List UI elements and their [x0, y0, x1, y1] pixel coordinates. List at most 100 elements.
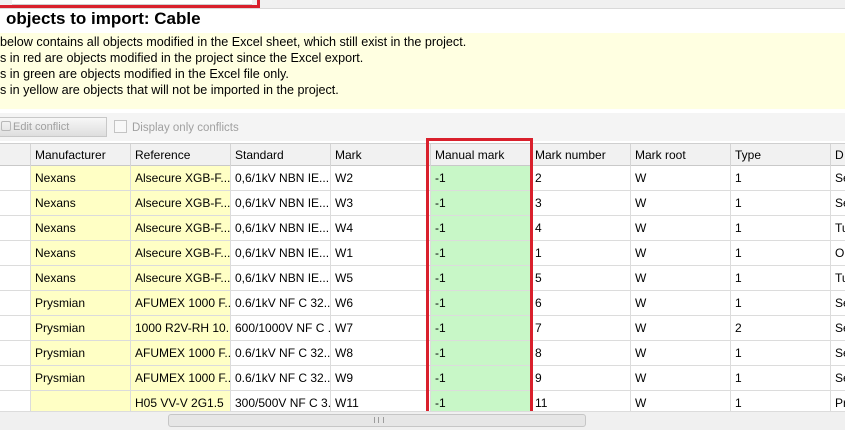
- cell-standard[interactable]: 0,6/1kV NBN IE...: [231, 166, 331, 191]
- cell-reference[interactable]: AFUMEX 1000 F...: [131, 366, 231, 391]
- column-header-mark-root[interactable]: Mark root: [631, 144, 731, 166]
- cell-mark-root[interactable]: W: [631, 241, 731, 266]
- cell-type[interactable]: 1: [731, 216, 831, 241]
- cell-reference[interactable]: H05 VV-V 2G1.5: [131, 391, 231, 411]
- table-row[interactable]: Prysmian 1000 R2V-RH 10... 600/1000V NF C …: [0, 316, 845, 341]
- column-header-reference[interactable]: Reference: [131, 144, 231, 166]
- cell-mark-number[interactable]: 8: [531, 341, 631, 366]
- cell-d[interactable]: Se: [831, 366, 845, 391]
- cell-mark-number[interactable]: 5: [531, 266, 631, 291]
- cell-manufacturer[interactable]: Nexans: [31, 216, 131, 241]
- cell-reference[interactable]: Alsecure XGB-F...: [131, 166, 231, 191]
- row-header-cell[interactable]: [0, 341, 31, 366]
- cell-mark-number[interactable]: 3: [531, 191, 631, 216]
- cell-manufacturer[interactable]: Nexans: [31, 166, 131, 191]
- cell-mark-number[interactable]: 4: [531, 216, 631, 241]
- cell-d[interactable]: Se: [831, 166, 845, 191]
- cell-mark-number[interactable]: 9: [531, 366, 631, 391]
- table-row[interactable]: Nexans Alsecure XGB-F... 0,6/1kV NBN IE...…: [0, 241, 845, 266]
- cell-manual-mark[interactable]: -1: [431, 391, 531, 411]
- cell-type[interactable]: 2: [731, 316, 831, 341]
- cell-manual-mark[interactable]: -1: [431, 191, 531, 216]
- row-header-cell[interactable]: [0, 316, 31, 341]
- cell-manufacturer[interactable]: Prysmian: [31, 316, 131, 341]
- cell-manufacturer[interactable]: Nexans: [31, 266, 131, 291]
- cell-type[interactable]: 1: [731, 266, 831, 291]
- cell-mark[interactable]: W7: [331, 316, 431, 341]
- cell-manufacturer[interactable]: Prysmian: [31, 366, 131, 391]
- cell-mark-number[interactable]: 6: [531, 291, 631, 316]
- column-header-d[interactable]: D: [831, 144, 845, 166]
- cell-manufacturer[interactable]: [31, 391, 131, 411]
- cell-mark-root[interactable]: W: [631, 391, 731, 411]
- cell-reference[interactable]: Alsecure XGB-F...: [131, 241, 231, 266]
- cell-standard[interactable]: 600/1000V NF C ...: [231, 316, 331, 341]
- row-header-cell[interactable]: [0, 191, 31, 216]
- cell-manual-mark[interactable]: -1: [431, 341, 531, 366]
- cell-mark[interactable]: W1: [331, 241, 431, 266]
- table-row[interactable]: Prysmian AFUMEX 1000 F... 0.6/1kV NF C 32.…: [0, 341, 845, 366]
- cell-d[interactable]: Tu: [831, 266, 845, 291]
- cell-type[interactable]: 1: [731, 291, 831, 316]
- table-row[interactable]: Nexans Alsecure XGB-F... 0,6/1kV NBN IE...…: [0, 266, 845, 291]
- cell-standard[interactable]: 0,6/1kV NBN IE...: [231, 241, 331, 266]
- cell-manual-mark[interactable]: -1: [431, 166, 531, 191]
- cell-reference[interactable]: Alsecure XGB-F...: [131, 191, 231, 216]
- cell-d[interactable]: Pr: [831, 391, 845, 411]
- row-header-cell[interactable]: [0, 366, 31, 391]
- column-header-mark[interactable]: Mark: [331, 144, 431, 166]
- cell-mark-number[interactable]: 2: [531, 166, 631, 191]
- horizontal-scrollbar[interactable]: [0, 411, 845, 430]
- cell-manufacturer[interactable]: Prysmian: [31, 291, 131, 316]
- table-row[interactable]: Nexans Alsecure XGB-F... 0,6/1kV NBN IE...…: [0, 166, 845, 191]
- cell-manual-mark[interactable]: -1: [431, 266, 531, 291]
- cell-manual-mark[interactable]: -1: [431, 316, 531, 341]
- row-header-cell[interactable]: [0, 391, 31, 411]
- cell-d[interactable]: Se: [831, 341, 845, 366]
- row-header-cell[interactable]: [0, 241, 31, 266]
- column-header-manual-mark[interactable]: Manual mark: [431, 144, 531, 166]
- cell-type[interactable]: 1: [731, 166, 831, 191]
- cell-mark-root[interactable]: W: [631, 366, 731, 391]
- cell-mark-root[interactable]: W: [631, 191, 731, 216]
- cell-manual-mark[interactable]: -1: [431, 216, 531, 241]
- column-header-standard[interactable]: Standard: [231, 144, 331, 166]
- cell-d[interactable]: Oi: [831, 241, 845, 266]
- cell-manufacturer[interactable]: Nexans: [31, 241, 131, 266]
- row-header-cell[interactable]: [0, 166, 31, 191]
- column-header-manufacturer[interactable]: Manufacturer: [31, 144, 131, 166]
- cell-standard[interactable]: 0.6/1kV NF C 32...: [231, 366, 331, 391]
- cell-reference[interactable]: Alsecure XGB-F...: [131, 266, 231, 291]
- cell-mark-root[interactable]: W: [631, 316, 731, 341]
- table-row[interactable]: Nexans Alsecure XGB-F... 0,6/1kV NBN IE...…: [0, 216, 845, 241]
- cell-standard[interactable]: 0,6/1kV NBN IE...: [231, 216, 331, 241]
- cell-mark[interactable]: W9: [331, 366, 431, 391]
- display-only-conflicts-option[interactable]: Display only conflicts: [114, 120, 239, 134]
- cell-standard[interactable]: 0.6/1kV NF C 32...: [231, 341, 331, 366]
- cell-d[interactable]: Se: [831, 191, 845, 216]
- cell-mark-number[interactable]: 11: [531, 391, 631, 411]
- cell-reference[interactable]: Alsecure XGB-F...: [131, 216, 231, 241]
- cell-d[interactable]: Se: [831, 291, 845, 316]
- cell-mark[interactable]: W8: [331, 341, 431, 366]
- table-row[interactable]: Prysmian AFUMEX 1000 F... 0.6/1kV NF C 32.…: [0, 291, 845, 316]
- cell-mark-number[interactable]: 1: [531, 241, 631, 266]
- column-header-mark-number[interactable]: Mark number: [531, 144, 631, 166]
- display-only-conflicts-checkbox[interactable]: [114, 120, 127, 133]
- cell-reference[interactable]: AFUMEX 1000 F...: [131, 341, 231, 366]
- cell-mark-root[interactable]: W: [631, 341, 731, 366]
- cell-mark[interactable]: W3: [331, 191, 431, 216]
- cell-manufacturer[interactable]: Prysmian: [31, 341, 131, 366]
- cell-mark[interactable]: W5: [331, 266, 431, 291]
- cell-reference[interactable]: AFUMEX 1000 F...: [131, 291, 231, 316]
- edit-conflict-button[interactable]: Edit conflict: [0, 117, 107, 137]
- cell-type[interactable]: 1: [731, 366, 831, 391]
- table-row[interactable]: Nexans Alsecure XGB-F... 0,6/1kV NBN IE...…: [0, 191, 845, 216]
- cell-mark[interactable]: W4: [331, 216, 431, 241]
- cell-manual-mark[interactable]: -1: [431, 366, 531, 391]
- row-header-cell[interactable]: [0, 266, 31, 291]
- row-header-cell[interactable]: [0, 291, 31, 316]
- cell-manual-mark[interactable]: -1: [431, 241, 531, 266]
- cell-d[interactable]: Tu: [831, 216, 845, 241]
- cell-mark-root[interactable]: W: [631, 166, 731, 191]
